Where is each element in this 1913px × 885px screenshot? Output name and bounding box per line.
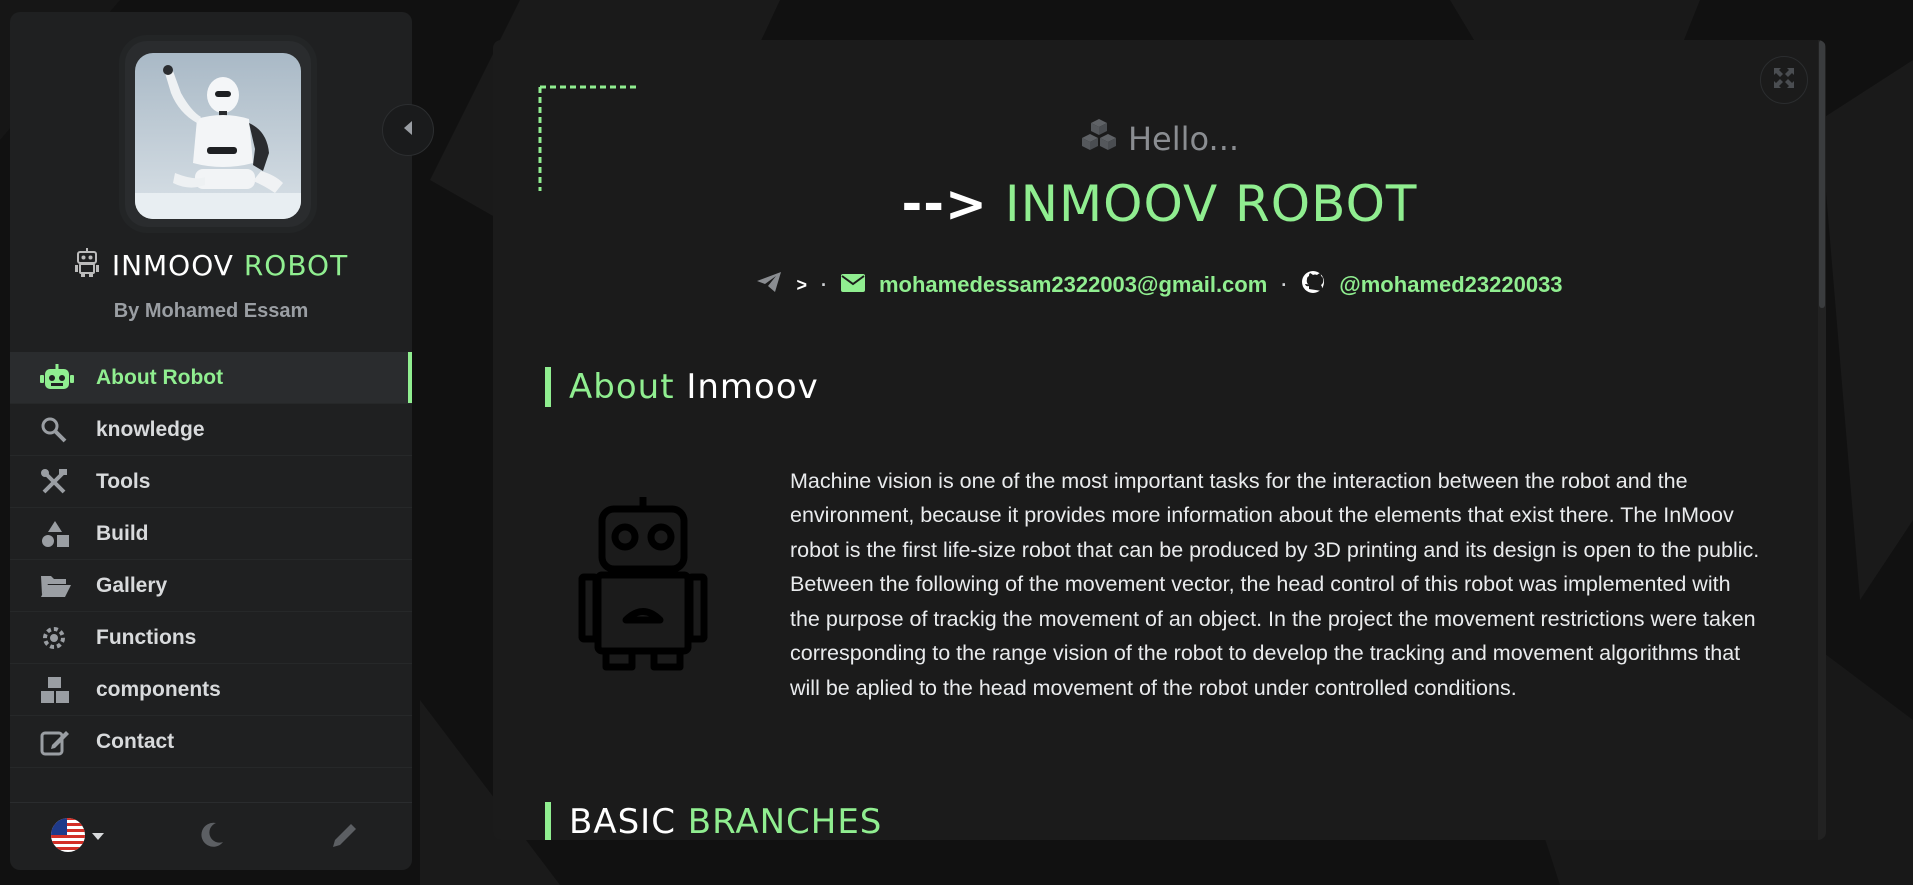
title-text: INMOOV ROBOT — [1004, 175, 1418, 233]
edit-icon — [40, 728, 84, 756]
nav-item-contact[interactable]: Contact — [10, 716, 412, 768]
hello-heading: Hello... — [493, 118, 1826, 160]
caret-left-icon — [403, 120, 413, 140]
robot-icon — [40, 363, 84, 392]
nav-item-tools[interactable]: Tools — [10, 456, 412, 508]
sidebar-brand: INMOOV ROBOT — [10, 247, 412, 284]
tools-icon — [40, 468, 84, 496]
shapes-icon — [40, 520, 84, 548]
github-icon — [1301, 270, 1325, 300]
pencil-icon — [329, 819, 361, 856]
brand-first: INMOOV — [111, 249, 234, 282]
nav-item-about-robot[interactable]: About Robot — [10, 352, 412, 404]
search-magnify-icon — [40, 416, 84, 444]
hello-text: Hello... — [1127, 120, 1240, 158]
contact-line: > · mohamedessam2322003@gmail.com · @moh… — [493, 270, 1826, 300]
nav-item-functions[interactable]: Functions — [10, 612, 412, 664]
robot-avatar — [135, 53, 301, 219]
language-selector[interactable] — [10, 817, 144, 858]
nav-label: Gallery — [96, 573, 168, 597]
title-arrow: --> — [901, 175, 988, 233]
paper-plane-icon — [756, 271, 782, 299]
nav-item-components[interactable]: components — [10, 664, 412, 716]
folder-open-icon — [40, 573, 84, 599]
theme-toggle[interactable] — [144, 820, 278, 855]
nav-label: components — [96, 677, 221, 701]
envelope-icon — [840, 272, 865, 298]
about-title-second: Inmoov — [686, 367, 819, 407]
cubes-icon — [1080, 118, 1118, 160]
contact-prefix: > — [796, 274, 807, 295]
scrollbar[interactable] — [1818, 40, 1826, 840]
nav-label: Build — [96, 521, 149, 545]
about-title-first: About — [569, 367, 675, 407]
sidebar-collapse-button[interactable] — [382, 104, 434, 156]
nav-item-build[interactable]: Build — [10, 508, 412, 560]
boxes-icon — [40, 676, 84, 704]
email-link[interactable]: mohamedessam2322003@gmail.com — [879, 272, 1267, 298]
github-link[interactable]: @mohamed23220033 — [1339, 272, 1562, 298]
robot-icon — [74, 247, 100, 284]
robot-avatar-frame — [125, 41, 311, 227]
nav-label: Contact — [96, 729, 175, 753]
main-panel: Hello... --> INMOOV ROBOT > · mohamedess… — [493, 40, 1826, 840]
nav-label: About Robot — [96, 365, 224, 389]
sidebar: INMOOV ROBOT By Mohamed Essam About Robo… — [10, 12, 412, 870]
moon-icon — [196, 820, 226, 855]
expand-arrows-icon — [1773, 67, 1795, 94]
brand-second: ROBOT — [243, 249, 349, 282]
fullscreen-button[interactable] — [1760, 56, 1808, 104]
nav-label: Functions — [96, 625, 197, 649]
atom-gear-icon — [40, 624, 84, 652]
branches-title-first: BASIC — [569, 802, 676, 840]
branches-section-title: BASIC BRANCHES — [545, 802, 882, 840]
about-paragraph: Machine vision is one of the most import… — [790, 468, 1760, 701]
nav-item-gallery[interactable]: Gallery — [10, 560, 412, 612]
caret-down-icon — [92, 828, 104, 846]
author-byline: By Mohamed Essam — [113, 300, 309, 322]
about-section-title: About Inmoov — [545, 367, 819, 407]
robot-outline-icon — [578, 497, 708, 671]
sidebar-nav: About Robot knowledge Tools Build Galler… — [10, 352, 412, 768]
customize-button[interactable] — [278, 819, 412, 856]
nav-item-knowledge[interactable]: knowledge — [10, 404, 412, 456]
branches-title-second: BRANCHES — [687, 802, 883, 840]
us-flag-icon — [50, 817, 86, 858]
nav-label: Tools — [96, 469, 151, 493]
nav-label: knowledge — [96, 417, 205, 441]
sidebar-footer — [10, 802, 412, 870]
page-title: --> INMOOV ROBOT — [493, 175, 1826, 233]
